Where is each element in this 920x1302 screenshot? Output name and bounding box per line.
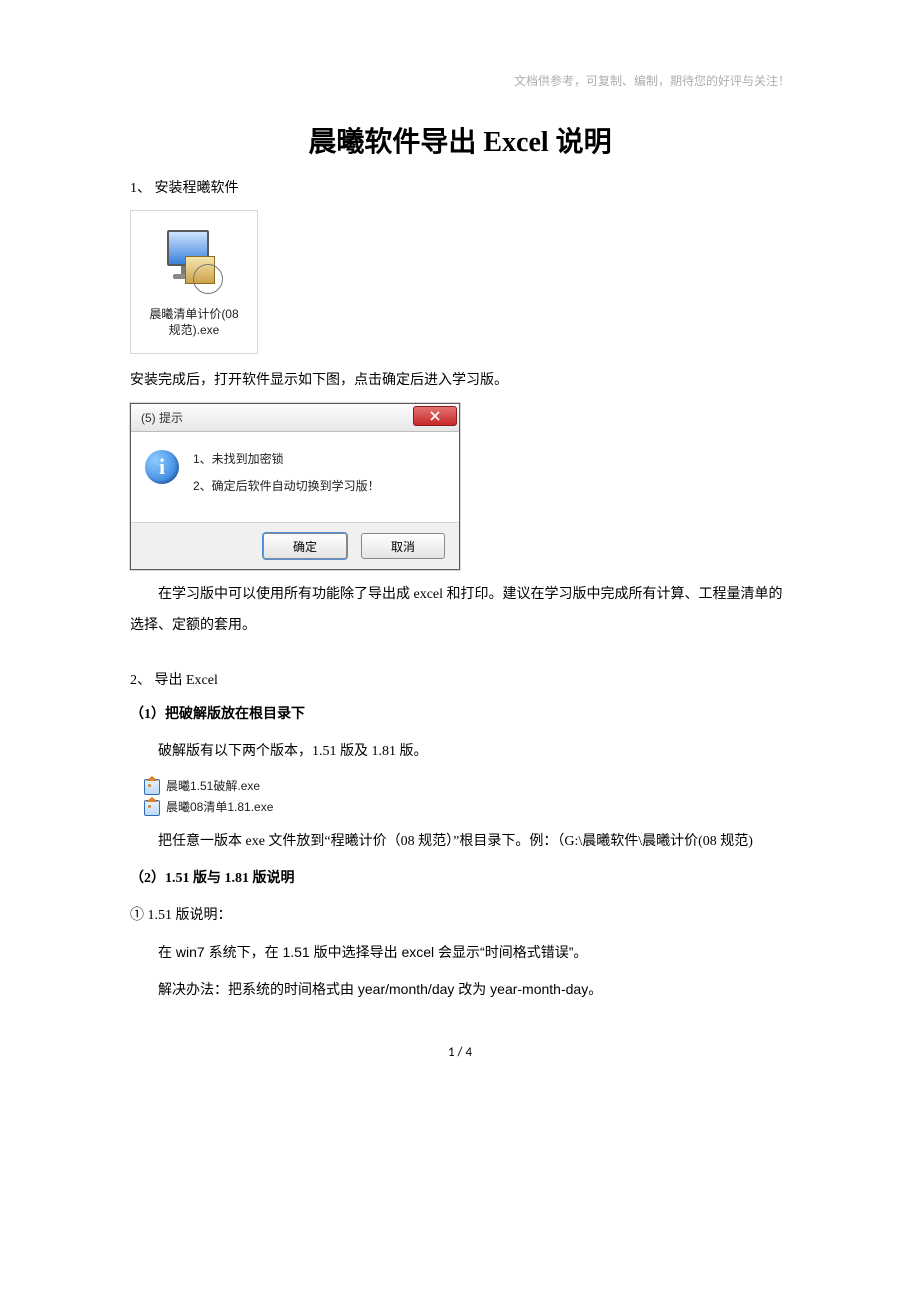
section-2-sub2-item1-p1: 在 win7 系统下，在 1.51 版中选择导出 excel 会显示“时间格式错… <box>130 937 790 968</box>
exe-icon <box>144 800 160 816</box>
cancel-button[interactable]: 取消 <box>361 533 445 559</box>
dialog-titlebar: (5) 提示 <box>131 404 459 432</box>
dialog-line-2: 2、确定后软件自动切换到学习版！ <box>193 473 380 499</box>
page-number: 1 / 4 <box>130 1045 790 1060</box>
section-2-heading: 2、 导出 Excel <box>130 670 790 692</box>
after-install-text: 安装完成后，打开软件显示如下图，点击确定后进入学习版。 <box>130 366 790 397</box>
dialog-body: i 1、未找到加密锁 2、确定后软件自动切换到学习版！ <box>131 432 459 522</box>
installer-graphic-icon <box>163 230 225 292</box>
after-dialog-text: 在学习版中可以使用所有功能除了导出成 excel 和打印。建议在学习版中完成所有… <box>130 580 790 642</box>
close-icon <box>430 411 440 421</box>
exe-icon <box>144 779 160 795</box>
section-2-sub2-item1: ① 1.51 版说明： <box>130 901 790 932</box>
ok-button[interactable]: 确定 <box>263 533 347 559</box>
page-title: 晨曦软件导出 Excel 说明 <box>130 120 790 160</box>
header-note: 文档供参考，可复制、编制，期待您的好评与关注！ <box>514 72 790 89</box>
exe-file-label: 晨曦08清单1.81.exe <box>166 797 273 819</box>
section-2-sub2-item1-p2: 解决办法：把系统的时间格式由 year/month/day 改为 year-mo… <box>130 974 790 1005</box>
dialog-line-1: 1、未找到加密锁 <box>193 446 380 472</box>
section-2-sub1: （1）把破解版放在根目录下 <box>130 700 790 731</box>
info-icon: i <box>145 450 179 484</box>
section-2-sub2: （2）1.51 版与 1.81 版说明 <box>130 864 790 895</box>
installer-file-icon[interactable]: 晨曦清单计价(08 规范).exe <box>130 210 258 354</box>
section-1-heading: 1、 安装程曦软件 <box>130 178 790 200</box>
installer-icon-block: 晨曦清单计价(08 规范).exe <box>130 210 260 354</box>
exe-file-row[interactable]: 晨曦1.51破解.exe <box>144 776 790 798</box>
dialog-footer: 确定 取消 <box>131 522 459 569</box>
installer-file-label: 晨曦清单计价(08 规范).exe <box>149 306 238 340</box>
section-2-sub1-para: 破解版有以下两个版本，1.51 版及 1.81 版。 <box>130 737 790 768</box>
section-2-sub1-para2: 把任意一版本 exe 文件放到“程曦计价（08 规范）”根目录下。例：（G:\晨… <box>130 827 790 858</box>
prompt-dialog: (5) 提示 i 1、未找到加密锁 2、确定后软件自动切换到学习版！ 确定 取消 <box>130 403 460 570</box>
dialog-title-text: (5) 提示 <box>141 409 183 426</box>
exe-file-label: 晨曦1.51破解.exe <box>166 776 260 798</box>
exe-file-row[interactable]: 晨曦08清单1.81.exe <box>144 797 790 819</box>
exe-file-list: 晨曦1.51破解.exe 晨曦08清单1.81.exe <box>144 776 790 819</box>
dialog-message: 1、未找到加密锁 2、确定后软件自动切换到学习版！ <box>193 446 380 504</box>
close-button[interactable] <box>413 406 457 426</box>
